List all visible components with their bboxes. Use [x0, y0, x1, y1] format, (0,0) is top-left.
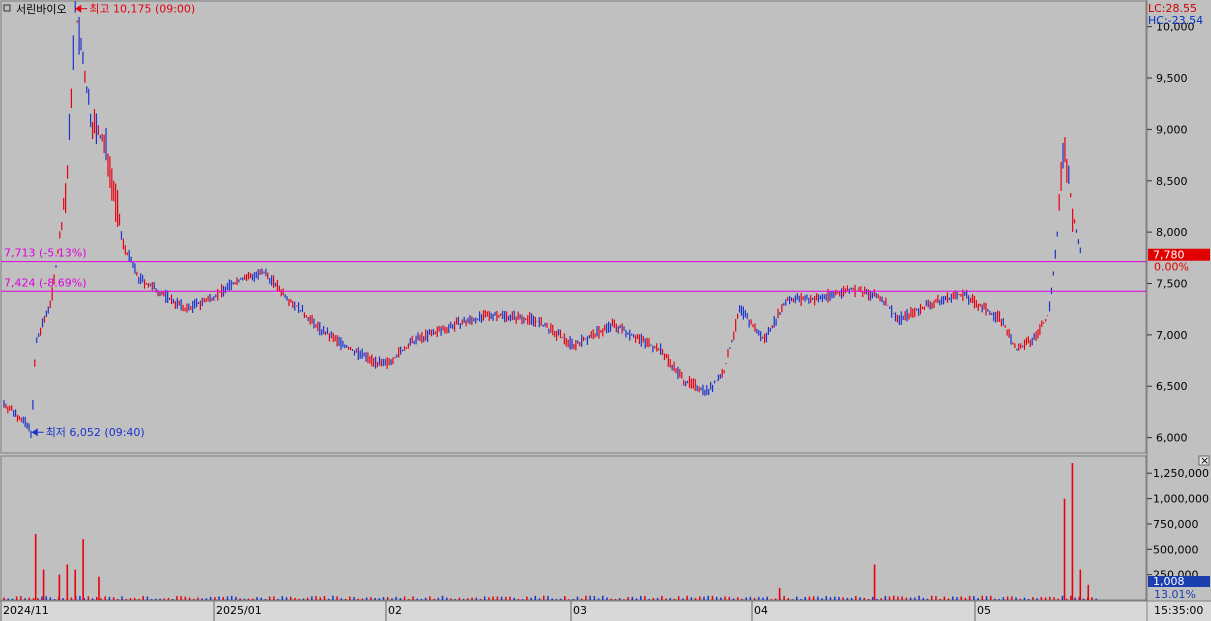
stock-title: 서린바이오: [16, 3, 67, 16]
price-panel[interactable]: [0, 0, 1147, 454]
price-tick-label: 8,000: [1156, 226, 1188, 239]
price-tick-label: 6,000: [1156, 432, 1188, 445]
volume-tick-label: 750,000: [1153, 518, 1199, 531]
high-annotation: 최고 10,175 (09:00): [89, 3, 195, 16]
time-axis-bar: [0, 601, 1211, 621]
volume-ratio-label: 13.01%: [1154, 588, 1196, 601]
level-line-label: 7,713 (-5.13%): [4, 247, 86, 260]
low-annotation: 최저 6,052 (09:40): [46, 426, 145, 439]
price-tick-label: 7,500: [1156, 278, 1188, 291]
level-line-label: 7,424 (-8.69%): [4, 276, 86, 289]
price-tick-label: 8,500: [1156, 175, 1188, 188]
stock-chart[interactable]: 6,000 6,500 7,000 7,500 8,000 8,500 9,000 9,500…: [0, 0, 1211, 621]
time-tick-label: 05: [977, 604, 991, 617]
volume-panel[interactable]: [0, 455, 1147, 601]
close-icon[interactable]: ×: [1200, 454, 1209, 467]
price-tick-label: 9,500: [1156, 72, 1188, 85]
hc-label: HC:-23.54: [1148, 14, 1203, 27]
time-tick-label: 03: [573, 604, 587, 617]
time-tick-label: 2024/11: [3, 604, 49, 617]
price-tick-label: 9,000: [1156, 123, 1188, 136]
time-tick-label: 04: [754, 604, 768, 617]
price-tick-label: 7,000: [1156, 329, 1188, 342]
volume-label: 1,008: [1153, 575, 1185, 588]
volume-tick-label: 1,000,000: [1153, 493, 1209, 506]
volume-tick-label: 1,250,000: [1153, 467, 1209, 480]
time-readout: 15:35:00: [1154, 604, 1203, 617]
price-tick-label: 6,500: [1156, 380, 1188, 393]
current-change-label: 0.00%: [1154, 261, 1189, 274]
time-tick-label: 02: [388, 604, 402, 617]
volume-tick-label: 500,000: [1153, 543, 1199, 556]
time-tick-label: 2025/01: [216, 604, 262, 617]
